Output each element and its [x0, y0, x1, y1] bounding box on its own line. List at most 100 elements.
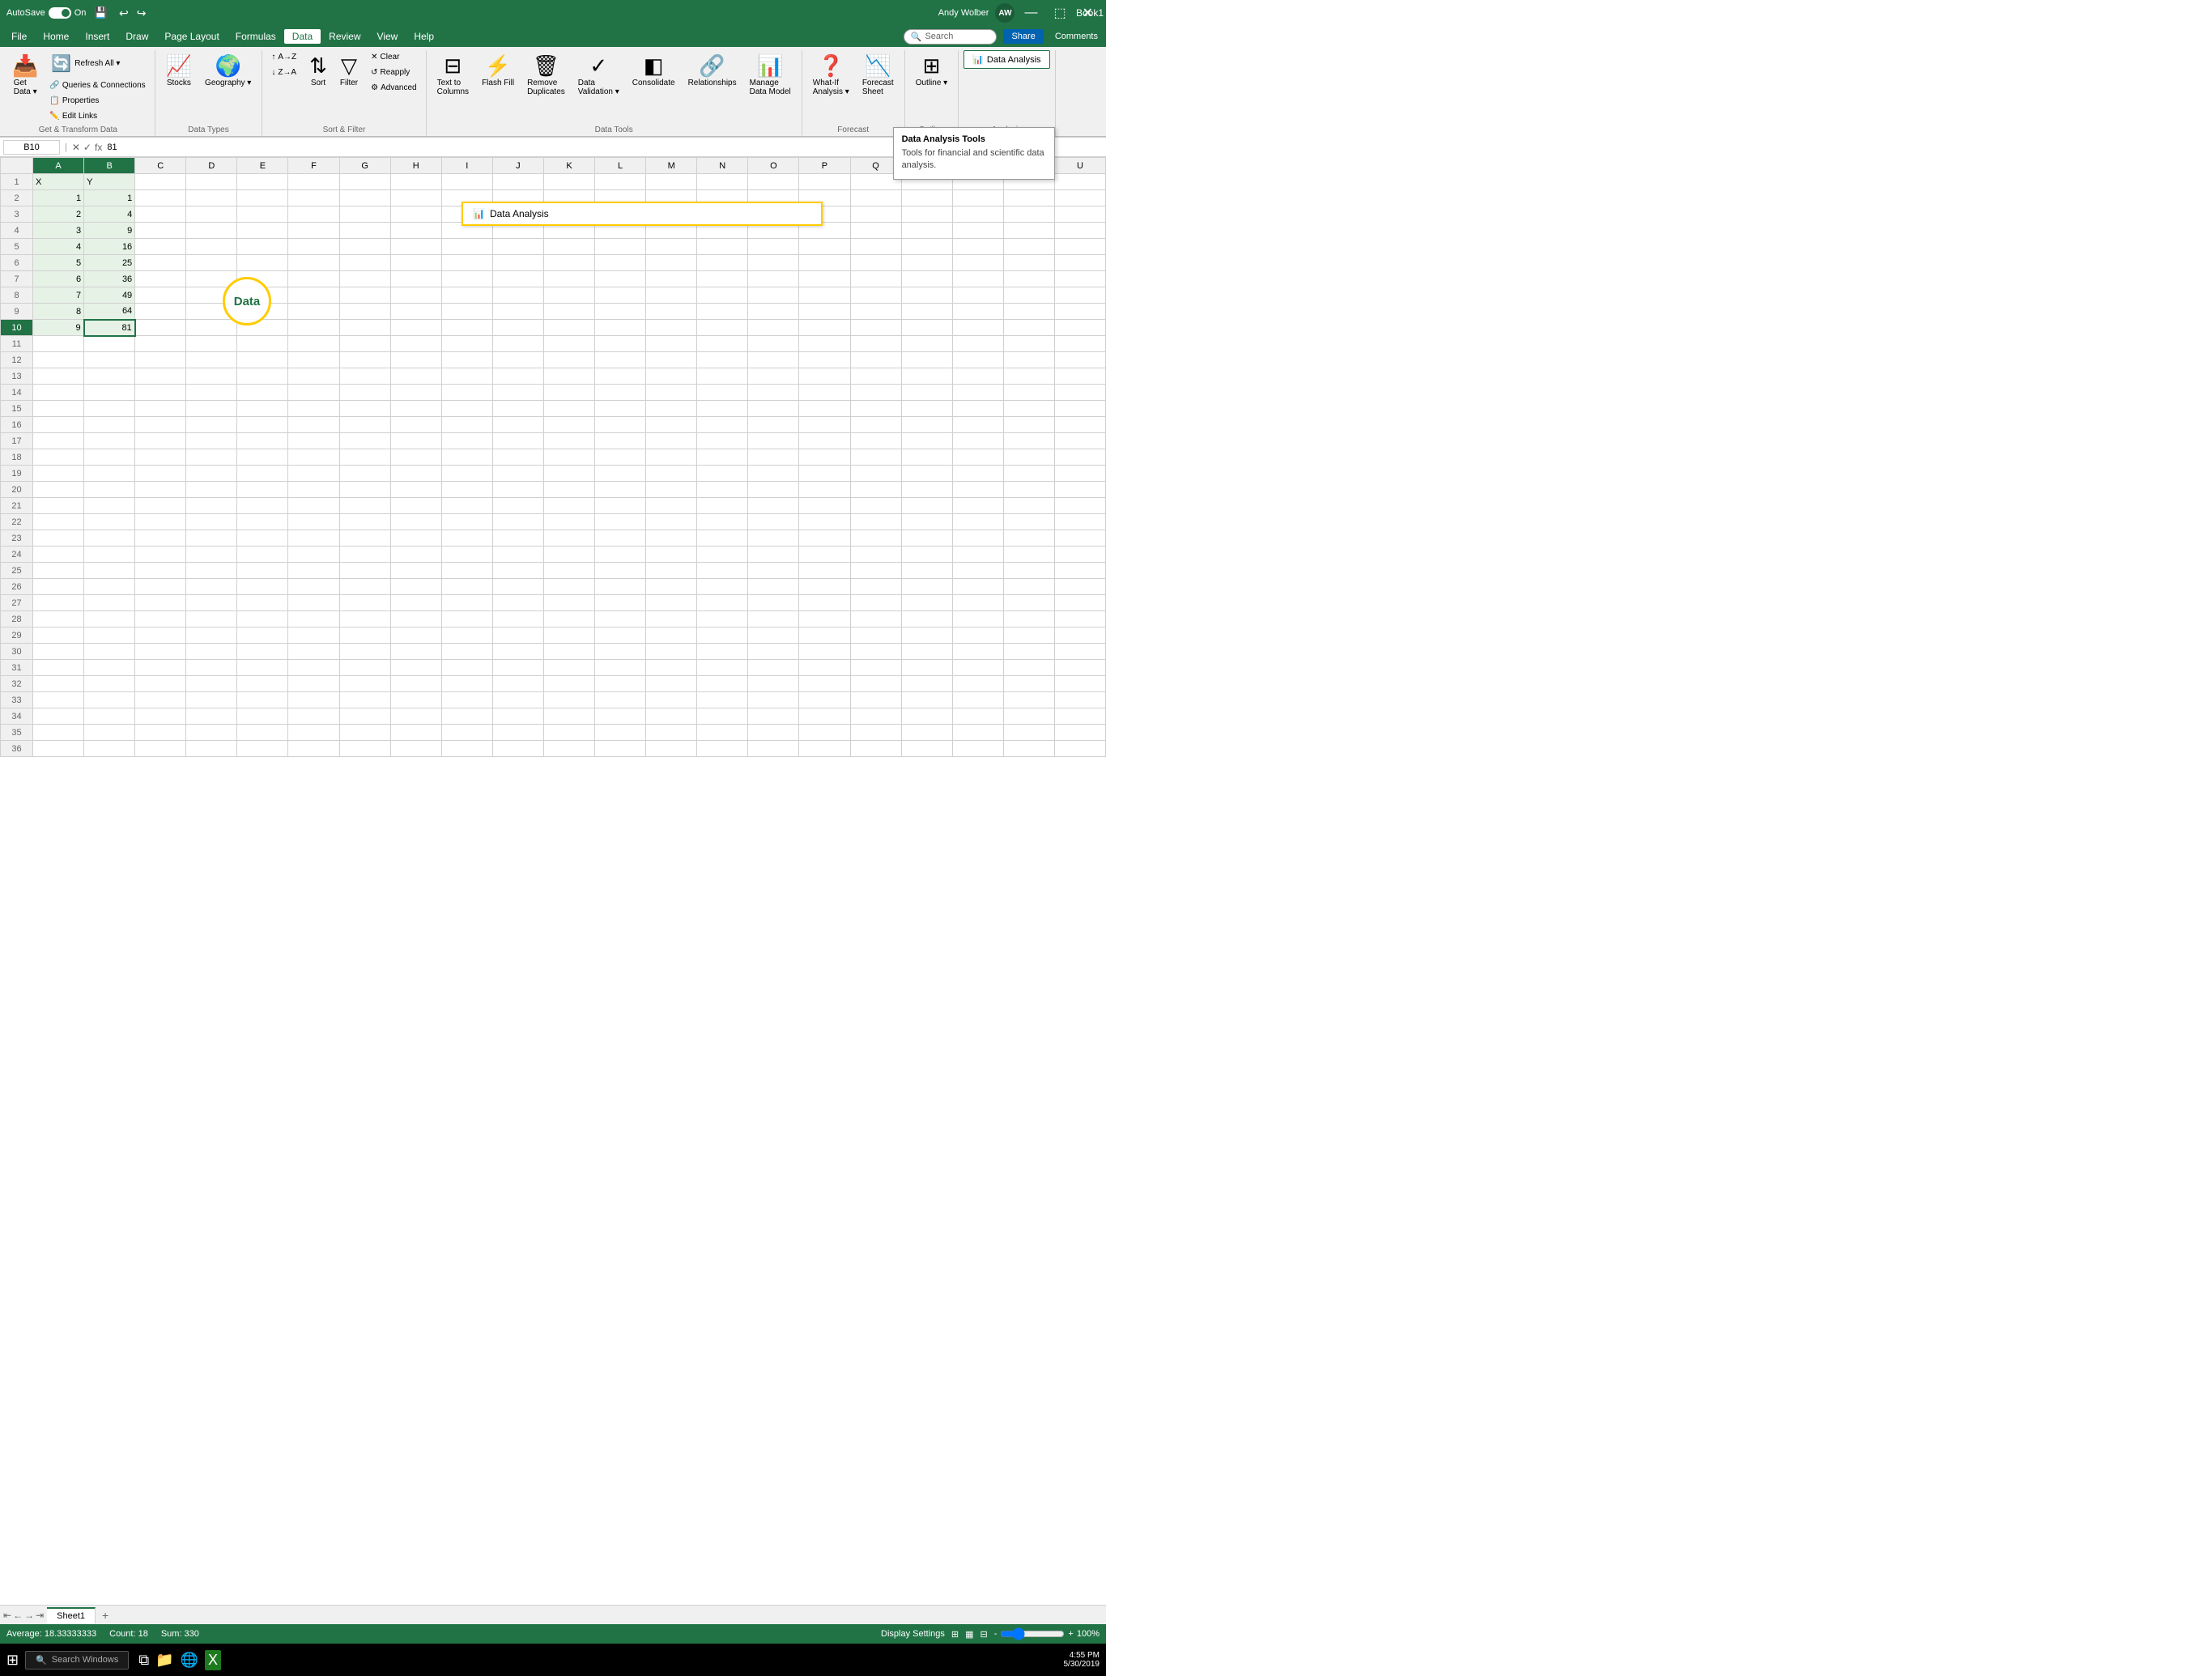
grid-scroll-container[interactable]: A B C D E F G H I J K L M N O P Q [0, 157, 1106, 1605]
cell-E27[interactable] [237, 595, 288, 611]
row-number-18[interactable]: 18 [1, 449, 33, 466]
outline-button[interactable]: ⊞ Outline ▾ [910, 50, 953, 91]
cell-N32[interactable] [697, 676, 748, 692]
cell-E6[interactable] [237, 255, 288, 271]
cell-D2[interactable] [186, 190, 237, 206]
cell-C7[interactable] [135, 271, 186, 287]
cell-Q28[interactable] [850, 611, 901, 627]
cell-I30[interactable] [441, 644, 492, 660]
cell-D17[interactable] [186, 433, 237, 449]
cell-S28[interactable] [952, 611, 1003, 627]
cell-C29[interactable] [135, 627, 186, 644]
row-number-17[interactable]: 17 [1, 433, 33, 449]
cell-C30[interactable] [135, 644, 186, 660]
cell-P18[interactable] [799, 449, 850, 466]
cell-S32[interactable] [952, 676, 1003, 692]
cell-R29[interactable] [901, 627, 952, 644]
cell-L32[interactable] [595, 676, 646, 692]
cell-A32[interactable] [33, 676, 84, 692]
cell-A5[interactable]: 4 [33, 239, 84, 255]
cell-K17[interactable] [543, 433, 594, 449]
cell-M21[interactable] [646, 498, 697, 514]
cell-N20[interactable] [697, 482, 748, 498]
col-header-e[interactable]: E [237, 158, 288, 174]
cell-O1[interactable] [748, 174, 799, 190]
cell-S25[interactable] [952, 563, 1003, 579]
cell-E2[interactable] [237, 190, 288, 206]
cell-A3[interactable]: 2 [33, 206, 84, 223]
menu-draw[interactable]: Draw [117, 29, 156, 44]
cell-G14[interactable] [339, 385, 390, 401]
cell-N5[interactable] [697, 239, 748, 255]
cell-U2[interactable] [1054, 190, 1105, 206]
cell-S24[interactable] [952, 547, 1003, 563]
cell-U13[interactable] [1054, 368, 1105, 385]
cell-F30[interactable] [288, 644, 339, 660]
cell-R16[interactable] [901, 417, 952, 433]
cell-I34[interactable] [441, 708, 492, 725]
cell-D3[interactable] [186, 206, 237, 223]
cell-B1[interactable]: Y [84, 174, 135, 190]
cell-S22[interactable] [952, 514, 1003, 530]
cell-H3[interactable] [390, 206, 441, 223]
cell-G7[interactable] [339, 271, 390, 287]
cell-G32[interactable] [339, 676, 390, 692]
cell-K8[interactable] [543, 287, 594, 304]
cell-P35[interactable] [799, 725, 850, 741]
cell-E33[interactable] [237, 692, 288, 708]
cell-R8[interactable] [901, 287, 952, 304]
cell-J12[interactable] [492, 352, 543, 368]
cell-U8[interactable] [1054, 287, 1105, 304]
cell-N33[interactable] [697, 692, 748, 708]
cell-N12[interactable] [697, 352, 748, 368]
cell-R30[interactable] [901, 644, 952, 660]
cell-H12[interactable] [390, 352, 441, 368]
cell-O19[interactable] [748, 466, 799, 482]
cell-L30[interactable] [595, 644, 646, 660]
cell-A16[interactable] [33, 417, 84, 433]
cell-H20[interactable] [390, 482, 441, 498]
cell-B18[interactable] [84, 449, 135, 466]
cell-H21[interactable] [390, 498, 441, 514]
cell-T35[interactable] [1003, 725, 1054, 741]
cell-L1[interactable] [595, 174, 646, 190]
cell-B30[interactable] [84, 644, 135, 660]
cell-J31[interactable] [492, 660, 543, 676]
cell-K25[interactable] [543, 563, 594, 579]
cell-S2[interactable] [952, 190, 1003, 206]
search-input[interactable] [925, 32, 989, 41]
cell-O20[interactable] [748, 482, 799, 498]
cell-E5[interactable] [237, 239, 288, 255]
cell-P34[interactable] [799, 708, 850, 725]
cell-O35[interactable] [748, 725, 799, 741]
cell-F19[interactable] [288, 466, 339, 482]
cell-I8[interactable] [441, 287, 492, 304]
cell-K30[interactable] [543, 644, 594, 660]
cell-M13[interactable] [646, 368, 697, 385]
cell-B6[interactable]: 25 [84, 255, 135, 271]
cell-L9[interactable] [595, 304, 646, 320]
cell-S11[interactable] [952, 336, 1003, 352]
cell-F16[interactable] [288, 417, 339, 433]
cell-F36[interactable] [288, 741, 339, 757]
cell-J24[interactable] [492, 547, 543, 563]
cell-R32[interactable] [901, 676, 952, 692]
cell-U6[interactable] [1054, 255, 1105, 271]
row-number-24[interactable]: 24 [1, 547, 33, 563]
cell-P7[interactable] [799, 271, 850, 287]
cell-Q9[interactable] [850, 304, 901, 320]
cell-R23[interactable] [901, 530, 952, 547]
cell-B29[interactable] [84, 627, 135, 644]
row-number-35[interactable]: 35 [1, 725, 33, 741]
cell-H29[interactable] [390, 627, 441, 644]
cell-F7[interactable] [288, 271, 339, 287]
cell-I17[interactable] [441, 433, 492, 449]
row-number-33[interactable]: 33 [1, 692, 33, 708]
cell-R25[interactable] [901, 563, 952, 579]
cell-D8[interactable] [186, 287, 237, 304]
cell-Q21[interactable] [850, 498, 901, 514]
cell-D5[interactable] [186, 239, 237, 255]
cell-N22[interactable] [697, 514, 748, 530]
cell-K28[interactable] [543, 611, 594, 627]
cell-I5[interactable] [441, 239, 492, 255]
